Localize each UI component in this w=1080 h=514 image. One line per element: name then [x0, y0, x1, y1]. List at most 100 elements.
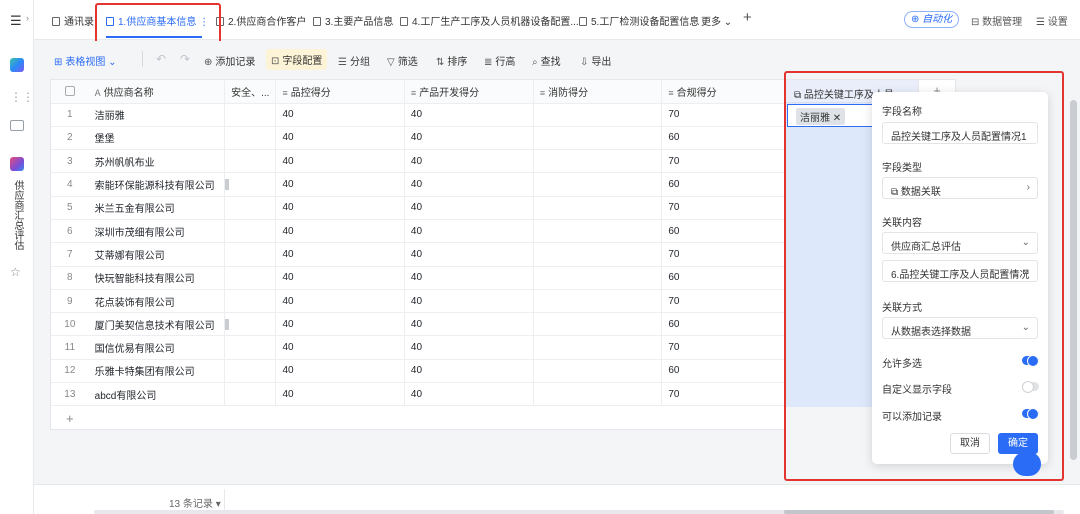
safety-cell[interactable] [224, 289, 277, 314]
group-button[interactable]: ☰ 分组 [338, 53, 370, 68]
supplier-name-cell[interactable]: 乐雅卡特集团有限公司 [88, 359, 226, 384]
compliance-score-cell[interactable]: 60 [661, 359, 785, 384]
supplier-name-cell[interactable]: 艾蒂娜有限公司 [88, 242, 226, 267]
qc-score-cell[interactable]: 40 [275, 196, 405, 220]
safety-cell[interactable] [224, 335, 277, 360]
compliance-score-cell[interactable]: 60 [661, 126, 785, 151]
tab-contacts[interactable]: 通讯录 [52, 13, 94, 28]
qc-score-cell[interactable]: 40 [275, 289, 405, 314]
undo-icon[interactable]: ↶ [156, 52, 166, 66]
qc-score-cell[interactable]: 40 [275, 312, 405, 337]
column-header-safety[interactable]: 安全、... [224, 80, 277, 104]
floating-action-button[interactable] [1013, 452, 1041, 476]
field-config-button[interactable]: ⊡ 字段配置 [266, 49, 328, 70]
menu-icon[interactable]: ☰ [10, 13, 22, 29]
table-row[interactable]: 8 快玩智能科技有限公司 40 40 60 [51, 266, 785, 290]
dev-score-cell[interactable]: 40 [404, 149, 534, 174]
supplier-name-cell[interactable]: 快玩智能科技有限公司 [88, 266, 226, 290]
dev-score-cell[interactable]: 40 [404, 103, 534, 127]
fire-score-cell[interactable] [533, 219, 663, 244]
compliance-score-cell[interactable]: 60 [661, 219, 785, 244]
table-row[interactable]: 13 abcd有限公司 40 40 70 [51, 382, 785, 407]
fire-score-cell[interactable] [533, 149, 663, 174]
qc-score-cell[interactable]: 40 [275, 219, 405, 244]
table-row[interactable]: 6 深圳市茂细有限公司 40 40 60 [51, 219, 785, 244]
supplier-name-cell[interactable]: 花点装饰有限公司 [88, 289, 226, 314]
column-header-qc-score[interactable]: ≡ 品控得分 [275, 80, 405, 104]
compliance-score-cell[interactable]: 70 [661, 149, 785, 174]
dev-score-cell[interactable]: 40 [404, 196, 534, 220]
supplier-name-cell[interactable]: 深圳市茂细有限公司 [88, 219, 226, 244]
compliance-score-cell[interactable]: 70 [661, 196, 785, 220]
safety-cell[interactable] [224, 219, 277, 244]
tab-factory-process[interactable]: 4.工厂生产工序及人员机器设备配置... [400, 13, 579, 28]
safety-cell[interactable] [224, 382, 277, 407]
qc-score-cell[interactable]: 40 [275, 126, 405, 151]
vertical-scrollbar[interactable] [1070, 100, 1077, 460]
table-row[interactable]: 9 花点装饰有限公司 40 40 70 [51, 289, 785, 314]
add-row-button[interactable]: + [66, 411, 74, 426]
fire-score-cell[interactable] [533, 335, 663, 360]
table-row[interactable]: 1 洁丽雅 40 40 70 [51, 103, 785, 127]
compliance-score-cell[interactable]: 60 [661, 266, 785, 290]
supplier-name-cell[interactable]: abcd有限公司 [88, 382, 226, 407]
dev-score-cell[interactable]: 40 [404, 335, 534, 360]
supplier-name-cell[interactable]: 厦门美契信息技术有限公司 [88, 312, 226, 337]
dev-score-cell[interactable]: 40 [404, 359, 534, 384]
add-record-button[interactable]: ⊕ 添加记录 [204, 53, 255, 68]
dev-score-cell[interactable]: 40 [404, 266, 534, 290]
tab-factory-inspection[interactable]: 5.工厂检测设备配置信息 [579, 13, 699, 28]
app-icon[interactable] [10, 157, 24, 171]
compliance-score-cell[interactable]: 70 [661, 335, 785, 360]
safety-cell[interactable] [224, 196, 277, 220]
compliance-score-cell[interactable]: 70 [661, 103, 785, 127]
table-row[interactable]: 5 米兰五金有限公司 40 40 70 [51, 196, 785, 220]
supplier-name-cell[interactable]: 苏州帆帆布业 [88, 149, 226, 174]
safety-cell[interactable] [224, 359, 277, 384]
more-tabs-button[interactable]: 更多 ⌄ [701, 13, 732, 28]
settings-button[interactable]: ☰ 设置 [1036, 13, 1068, 28]
qc-score-cell[interactable]: 40 [275, 242, 405, 267]
select-all-checkbox[interactable] [51, 80, 89, 104]
column-header-supplier-name[interactable]: A 供应商名称 [88, 80, 226, 104]
qc-score-cell[interactable]: 40 [275, 335, 405, 360]
qc-score-cell[interactable]: 40 [275, 103, 405, 127]
table-row[interactable]: 10 厦门美契信息技术有限公司 40 40 60 [51, 312, 785, 337]
supplier-name-cell[interactable]: 洁丽雅 [88, 103, 226, 127]
redo-icon[interactable]: ↷ [180, 52, 190, 66]
qc-score-cell[interactable]: 40 [275, 382, 405, 407]
compliance-score-cell[interactable]: 70 [661, 289, 785, 314]
automation-button[interactable]: ⊕ 自动化 [904, 11, 960, 28]
dev-score-cell[interactable]: 40 [404, 382, 534, 407]
expand-chevron-icon[interactable]: › [26, 13, 29, 23]
compliance-score-cell[interactable]: 70 [661, 242, 785, 267]
dev-score-cell[interactable]: 40 [404, 242, 534, 267]
fire-score-cell[interactable] [533, 172, 663, 197]
compliance-score-cell[interactable]: 60 [661, 172, 785, 197]
supplier-name-cell[interactable]: 索能环保能源科技有限公司 [88, 172, 226, 197]
table-row[interactable]: 2 堡堡 40 40 60 [51, 126, 785, 151]
safety-cell[interactable] [224, 126, 277, 151]
compliance-score-cell[interactable]: 70 [661, 382, 785, 407]
dev-score-cell[interactable]: 40 [404, 289, 534, 314]
fire-score-cell[interactable] [533, 196, 663, 220]
column-header-compliance-score[interactable]: ≡ 合规得分 [661, 80, 785, 104]
column-header-dev-score[interactable]: ≡ 产品开发得分 [404, 80, 534, 104]
safety-cell[interactable] [224, 266, 277, 290]
safety-cell[interactable] [224, 149, 277, 174]
qc-score-cell[interactable]: 40 [275, 359, 405, 384]
column-header-fire-score[interactable]: ≡ 消防得分 [533, 80, 663, 104]
table-row[interactable]: 11 国信优易有限公司 40 40 70 [51, 335, 785, 360]
dev-score-cell[interactable]: 40 [404, 219, 534, 244]
view-switcher[interactable]: ⊞ 表格视图 ⌄ [54, 53, 117, 68]
add-tab-icon[interactable]: + [743, 9, 752, 26]
dev-score-cell[interactable]: 40 [404, 312, 534, 337]
find-button[interactable]: ⌕ 查找 [532, 53, 561, 68]
dev-score-cell[interactable]: 40 [404, 172, 534, 197]
safety-cell[interactable] [224, 242, 277, 267]
app-title[interactable]: 供应商汇总评估 [11, 180, 23, 250]
tab-main-products[interactable]: 3.主要产品信息 [313, 13, 393, 28]
qc-score-cell[interactable]: 40 [275, 149, 405, 174]
fire-score-cell[interactable] [533, 103, 663, 127]
horizontal-scrollbar[interactable] [94, 510, 1064, 514]
